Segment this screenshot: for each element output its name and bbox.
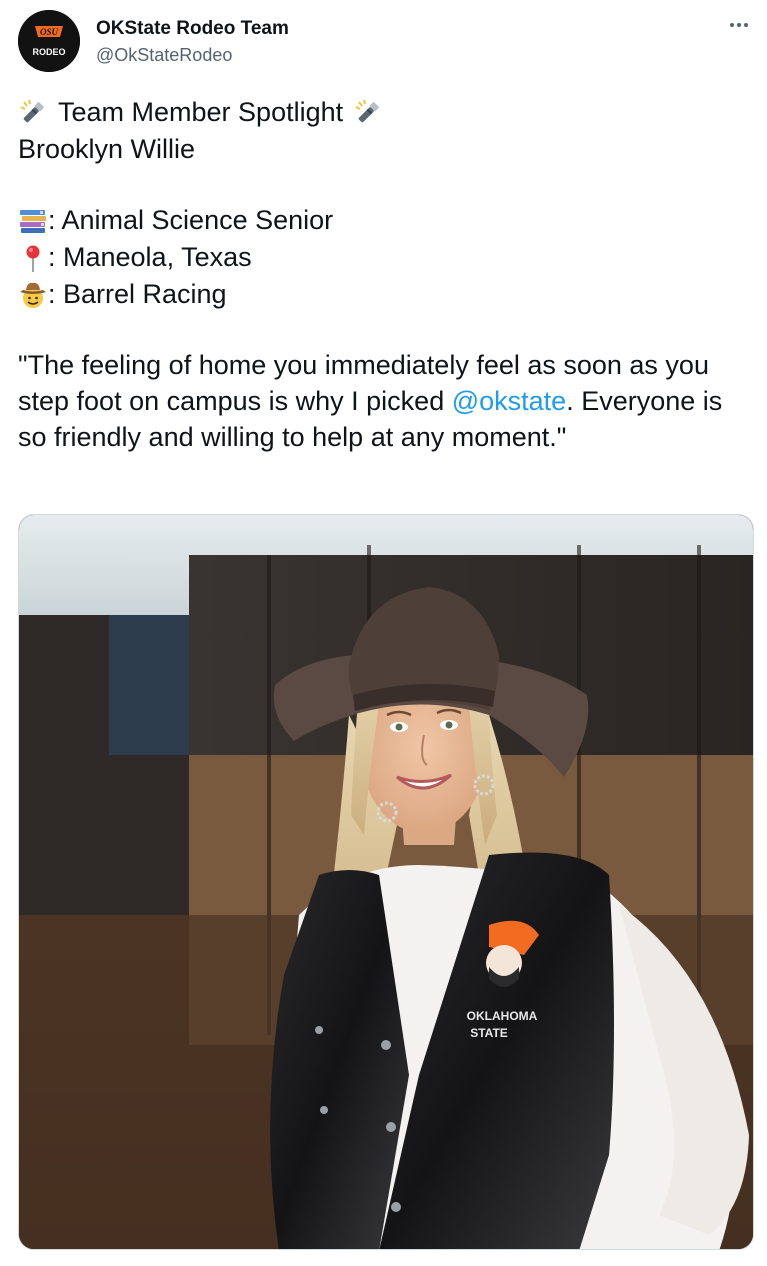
vest-text: STATE xyxy=(470,1026,508,1040)
member-name: Brooklyn Willie xyxy=(18,134,196,164)
quote-text: "The feeling of home you immediately fee… xyxy=(18,347,753,455)
fact-text: : Barrel Racing xyxy=(48,279,227,309)
svg-text:OSU: OSU xyxy=(40,27,59,37)
vest-text: OKLAHOMA xyxy=(467,1009,538,1023)
more-dot xyxy=(737,23,741,27)
tweet-header: OSU RODEO OKState Rodeo Team @OkStateRod… xyxy=(18,10,753,80)
avatar[interactable]: OSU RODEO xyxy=(18,10,80,72)
photo-illustration: OKLAHOMA STATE xyxy=(19,515,753,1249)
cowboy-face-icon xyxy=(18,280,48,310)
account-handle[interactable]: @OkStateRodeo xyxy=(96,45,232,66)
headline-text: Team Member Spotlight xyxy=(58,97,344,127)
tweet: OSU RODEO OKState Rodeo Team @OkStateRod… xyxy=(0,0,767,1266)
headline-line: Team Member Spotlight xyxy=(18,94,753,131)
round-pushpin-icon xyxy=(18,243,48,273)
fact-line: : Animal Science Senior xyxy=(18,202,753,239)
osu-brand-icon: OSU RODEO xyxy=(18,10,80,72)
tweet-photo[interactable]: OKLAHOMA STATE xyxy=(18,514,754,1250)
fact-line: : Barrel Racing xyxy=(18,276,753,313)
more-dot xyxy=(744,23,748,27)
fact-text: : Animal Science Senior xyxy=(48,205,334,235)
mention-link[interactable]: @okstate xyxy=(452,386,566,416)
avatar-label: RODEO xyxy=(32,47,65,57)
flashlight-icon xyxy=(353,98,383,128)
account-name[interactable]: OKState Rodeo Team xyxy=(96,18,289,40)
more-options-icon[interactable] xyxy=(725,14,753,36)
fact-text: : Maneola, Texas xyxy=(48,242,252,272)
tweet-text: Team Member Spotlight Brooklyn Willie: … xyxy=(18,94,753,455)
books-icon xyxy=(18,206,48,236)
fact-line: : Maneola, Texas xyxy=(18,239,753,276)
more-dot xyxy=(730,23,734,27)
flashlight-icon xyxy=(18,98,48,128)
